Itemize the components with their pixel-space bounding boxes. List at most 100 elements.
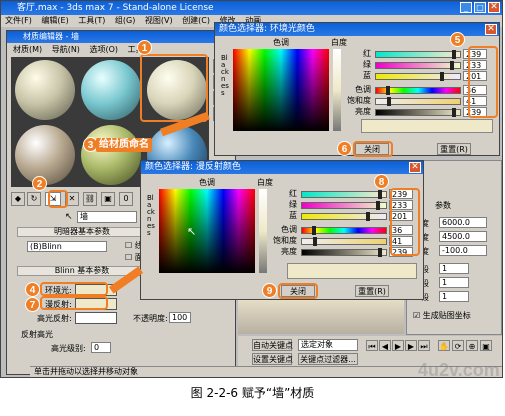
maximize-button[interactable]: □: [474, 2, 486, 13]
pick-material-icon[interactable]: ↖: [65, 212, 73, 222]
callout-box-2: [48, 190, 68, 208]
ambient-row-slider[interactable]: [375, 108, 461, 117]
menu-views[interactable]: 视图(V): [145, 16, 173, 25]
ambient-slider-thumb[interactable]: [452, 50, 457, 59]
viewport-area[interactable]: [238, 298, 404, 334]
set-key-button[interactable]: 设置关键点: [252, 353, 293, 365]
ambient-hue-field[interactable]: [233, 49, 329, 131]
callout-box-7: [40, 296, 108, 310]
height-field[interactable]: -100.0: [439, 245, 487, 256]
diffuse-hue-field[interactable]: [159, 189, 255, 273]
play-icon[interactable]: ▶: [392, 340, 404, 351]
mat-menu-navigation[interactable]: 导航(N): [52, 45, 80, 54]
main-title: 客厅.max - 3ds max 7 - Stand-alone License: [17, 3, 214, 13]
diffuse-row-slider[interactable]: [301, 190, 387, 199]
callout-box-1: [140, 54, 208, 122]
ambient-row-slider[interactable]: [375, 72, 461, 81]
diffuse-row-slider[interactable]: [301, 226, 387, 235]
material-effects-icon[interactable]: 0: [119, 192, 133, 206]
menu-create[interactable]: 创建(C): [182, 16, 210, 25]
menu-file[interactable]: 文件(F): [5, 16, 32, 25]
badge-8: 8: [374, 174, 389, 189]
callout-box-5: [468, 46, 498, 118]
diffuse-row-slider[interactable]: [301, 248, 387, 257]
diffuse-row-slider[interactable]: [301, 212, 387, 221]
ambient-slider-thumb[interactable]: [439, 72, 444, 81]
menu-group[interactable]: 组(G): [115, 16, 135, 25]
diffuse-slider-thumb[interactable]: [311, 226, 316, 235]
ambient-row-slider[interactable]: [375, 86, 461, 95]
diffuse-slider-thumb[interactable]: [365, 212, 370, 221]
specular-color-swatch[interactable]: [75, 312, 117, 324]
mat-menu-options[interactable]: 选项(O): [89, 45, 118, 54]
selected-object-dropdown[interactable]: 选定对象: [298, 339, 358, 351]
gen-mapping-checkbox[interactable]: ☑ 生成贴图坐标: [413, 311, 471, 321]
mat-menu-material[interactable]: 材质(M): [13, 45, 42, 54]
ambient-row-slider[interactable]: [375, 61, 461, 70]
ambient-whiteness-bar[interactable]: [333, 49, 341, 131]
diffuse-color-preview: [287, 263, 417, 279]
sample-slot-5[interactable]: [81, 125, 141, 185]
opacity-field[interactable]: 100: [169, 312, 191, 323]
ambient-row-label: 绿: [363, 60, 371, 69]
sample-slot-4[interactable]: [15, 125, 75, 185]
auto-key-button[interactable]: 自动关键点: [252, 339, 293, 351]
pan-icon[interactable]: ✋: [438, 340, 450, 351]
spec-level-field[interactable]: 0: [91, 342, 111, 353]
badge-7: 7: [25, 297, 40, 312]
material-name-field[interactable]: 墙: [77, 211, 137, 223]
sample-slot-1[interactable]: [15, 60, 75, 120]
close-main-button[interactable]: ✕: [488, 2, 500, 13]
width-field[interactable]: 4500.0: [439, 231, 487, 242]
orbit-icon[interactable]: ⟳: [452, 340, 464, 351]
ambient-row-label: 蓝: [363, 71, 371, 80]
key-filters-button[interactable]: 关键点过滤器...: [298, 353, 358, 365]
goto-start-icon[interactable]: ⏮: [366, 340, 378, 351]
badge-9: 9: [262, 283, 277, 298]
status-text: 单击并拖动以选择并移动对象: [34, 367, 138, 376]
shader-rollout-header[interactable]: 明暗器基本参数: [17, 227, 147, 237]
prev-frame-icon[interactable]: ◀: [379, 340, 391, 351]
length-field[interactable]: 6000.0: [439, 217, 487, 228]
width-segs-field[interactable]: 1: [439, 277, 469, 288]
diffuse-slider-thumb[interactable]: [378, 248, 383, 257]
length-segs-field[interactable]: 1: [439, 263, 469, 274]
diffuse-picker-close-icon[interactable]: ✕: [409, 162, 421, 173]
minimize-button[interactable]: _: [460, 2, 472, 13]
diffuse-slider-thumb[interactable]: [378, 190, 383, 199]
ambient-picker-close-icon[interactable]: ✕: [485, 24, 497, 35]
diffuse-reset-button[interactable]: 重置(R): [355, 285, 389, 297]
diffuse-picker-title: 颜色选择器: 漫反射颜色: [145, 162, 241, 172]
next-frame-icon[interactable]: ▶: [405, 340, 417, 351]
put-to-scene-icon[interactable]: ↻: [27, 192, 41, 206]
shader-dropdown[interactable]: (B)Blinn: [27, 241, 107, 252]
sample-slot-2[interactable]: [81, 60, 141, 120]
params-label: 参数: [435, 201, 451, 210]
opacity-label: 不透明度:: [133, 314, 168, 323]
ambient-slider-thumb[interactable]: [450, 61, 455, 70]
height-segs-field[interactable]: 1: [439, 291, 469, 302]
material-editor-title: 材质编辑器 - 墙: [23, 32, 79, 41]
menu-edit[interactable]: 编辑(E): [41, 16, 68, 25]
diffuse-whiteness-bar[interactable]: [259, 189, 267, 273]
diffuse-row-slider[interactable]: [301, 237, 387, 246]
diffuse-slider-thumb[interactable]: [313, 237, 318, 246]
zoom-icon[interactable]: ⊕: [466, 340, 478, 351]
ambient-row-slider[interactable]: [375, 50, 461, 59]
make-unique-icon[interactable]: ⛓: [83, 192, 97, 206]
diffuse-row-label: 绿: [289, 200, 297, 209]
badge-1: 1: [137, 40, 152, 55]
ambient-slider-thumb[interactable]: [452, 108, 457, 117]
ambient-slider-thumb[interactable]: [385, 86, 390, 95]
goto-end-icon[interactable]: ⏭: [418, 340, 430, 351]
get-material-icon[interactable]: ◆: [11, 192, 25, 206]
diffuse-slider-thumb[interactable]: [376, 201, 381, 210]
diffuse-row-slider[interactable]: [301, 201, 387, 210]
ambient-row-slider[interactable]: [375, 97, 461, 106]
diffuse-hue-label: 色调: [199, 178, 215, 187]
menu-tools[interactable]: 工具(T): [78, 16, 105, 25]
maximize-viewport-icon[interactable]: ▣: [480, 340, 492, 351]
ambient-reset-button[interactable]: 重置(R): [437, 143, 471, 155]
ambient-slider-thumb[interactable]: [387, 97, 392, 106]
put-to-library-icon[interactable]: ▣: [101, 192, 115, 206]
